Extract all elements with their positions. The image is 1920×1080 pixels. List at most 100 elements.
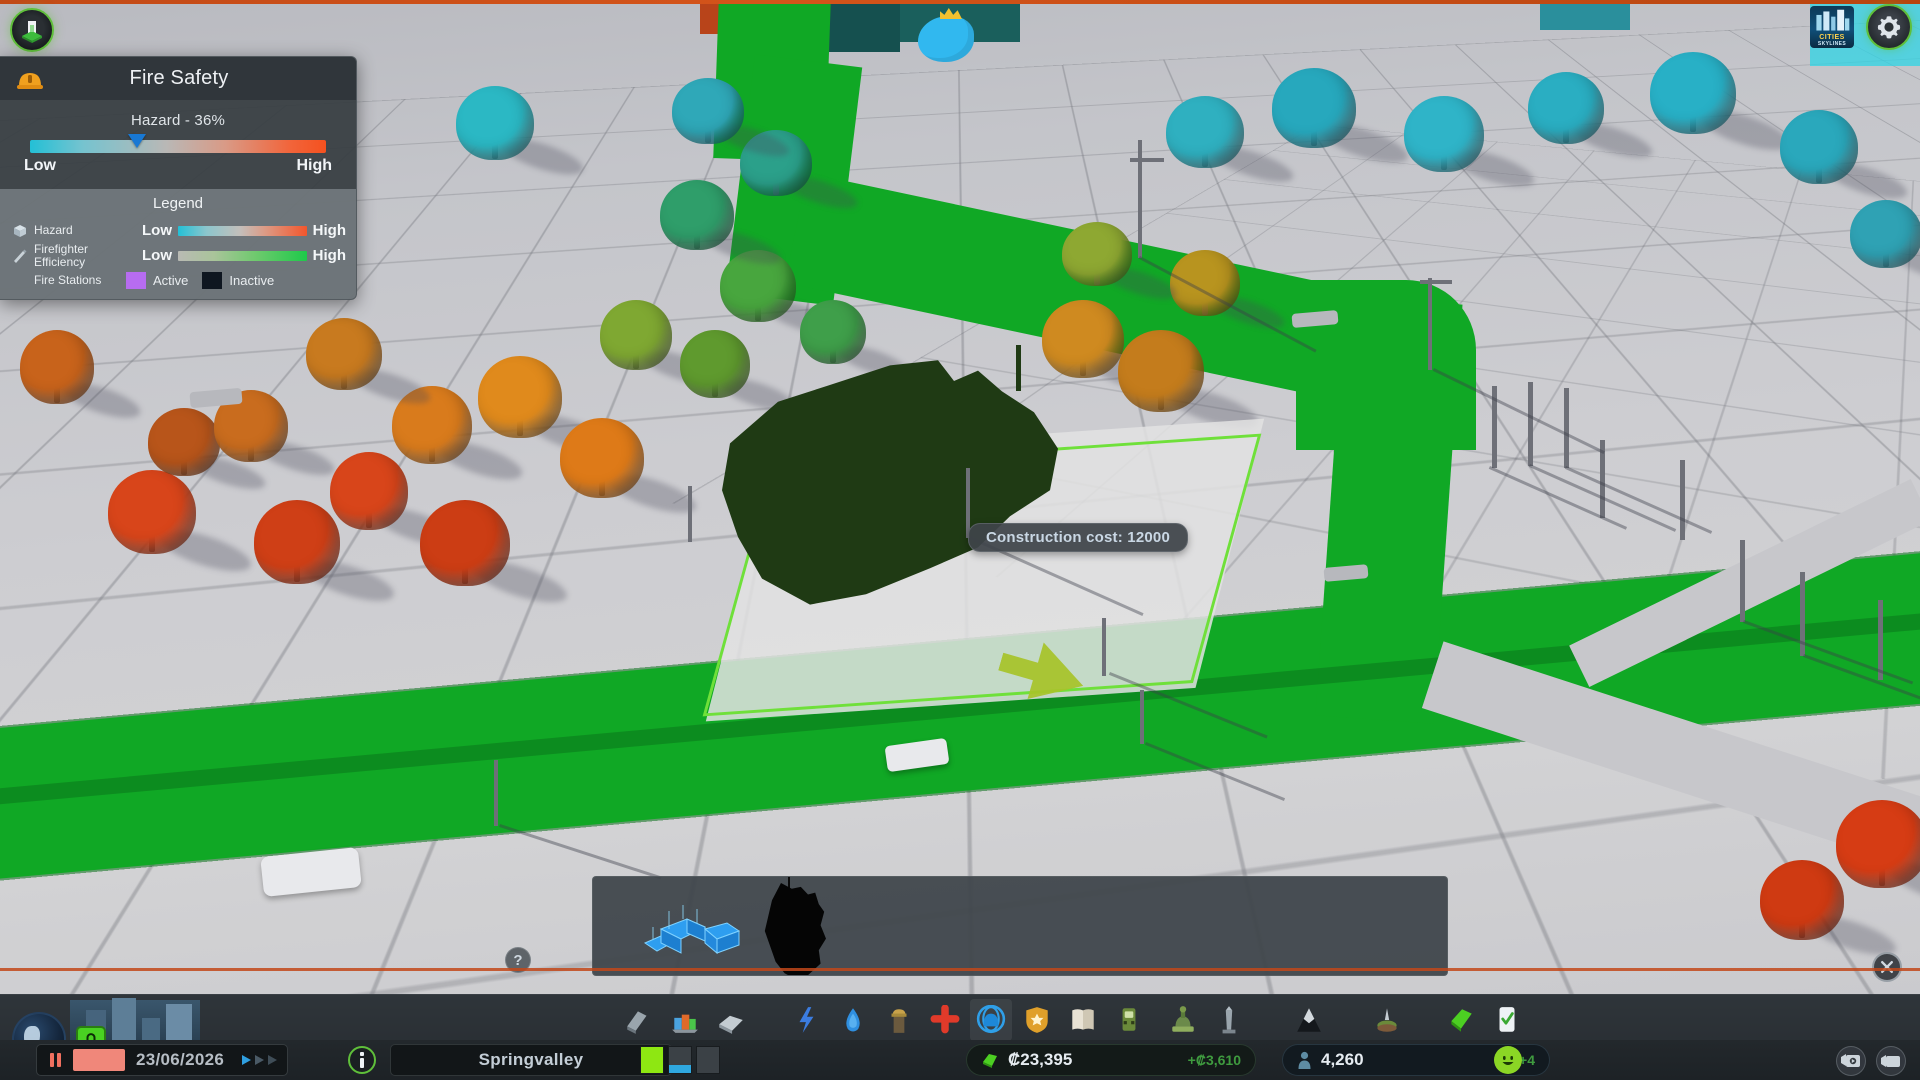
tool-transportation[interactable]	[1108, 999, 1150, 1041]
pause-icon	[49, 1053, 54, 1067]
settings-button[interactable]	[1866, 4, 1912, 50]
tree	[148, 408, 220, 476]
utility-pole	[1680, 460, 1685, 540]
game-logo: CITIES SKYLINES	[1810, 6, 1854, 48]
city-name-button[interactable]: Springvalley	[390, 1044, 672, 1076]
electricity-icon	[799, 1007, 814, 1033]
money-icon	[983, 1054, 997, 1068]
terrain-icon	[1297, 1008, 1321, 1032]
fast-forward-icon[interactable]	[266, 1053, 278, 1067]
tool-electricity[interactable]	[786, 999, 828, 1041]
tool-signature[interactable]	[1366, 999, 1408, 1041]
cinematic-camera-button[interactable]	[1876, 1046, 1906, 1076]
areas-icon	[719, 1015, 743, 1034]
tree	[1650, 52, 1736, 134]
progress-fill	[641, 1047, 663, 1073]
toolbar[interactable]	[0, 995, 1920, 1043]
infoview-title: Fire Safety	[129, 67, 229, 89]
infoview-panel-fire-safety[interactable]: Fire Safety Hazard - 36% Low High Legend	[0, 56, 357, 301]
legend-label-firefighter: Firefighter Efficiency	[34, 242, 89, 269]
utility-pole	[1528, 382, 1533, 466]
info-button[interactable]	[348, 1046, 376, 1074]
tool-police[interactable]	[1016, 999, 1058, 1041]
pause-button[interactable]	[37, 1045, 73, 1075]
active-tool-badge[interactable]	[10, 8, 54, 52]
tool-areas[interactable]	[710, 999, 752, 1041]
top-alert-edge	[0, 0, 1920, 4]
street-lamp	[1420, 280, 1452, 284]
photo-mode-button[interactable]	[1836, 1046, 1866, 1076]
bottom-alert-edge	[0, 968, 1920, 971]
tree	[330, 452, 408, 530]
video-camera-icon	[1881, 1054, 1900, 1067]
tool-bulldozer[interactable]	[618, 999, 660, 1041]
camera-buttons[interactable]	[1836, 1046, 1906, 1076]
asset-preview-strip[interactable]	[592, 876, 1448, 976]
legend-label-inactive: Inactive	[229, 273, 275, 289]
zoning-icon	[672, 1014, 698, 1033]
legend-high-firefighter: High	[312, 247, 346, 265]
info-icon	[360, 1052, 364, 1068]
progression-bars[interactable]	[640, 1046, 720, 1074]
fire-helmet-icon	[17, 72, 43, 89]
fast-forward-icon[interactable]	[253, 1053, 265, 1067]
game-screen: Construction cost: 12000 ? Fire Safety H…	[0, 0, 1920, 1080]
fire-helmet-icon	[976, 1005, 1006, 1034]
money-icon	[1451, 1009, 1472, 1032]
milestone-2[interactable]	[668, 1046, 692, 1074]
speed-buttons[interactable]	[240, 1053, 287, 1067]
legend-row-hazard: Hazard Low High	[0, 221, 356, 240]
simulation-controls[interactable]: 23/06/2026	[36, 1044, 288, 1076]
legend-gradient-firefighter	[178, 250, 307, 261]
milestone-1[interactable]	[640, 1046, 664, 1074]
hazard-slider[interactable]	[30, 134, 326, 153]
tree	[560, 418, 644, 498]
tree	[478, 356, 562, 438]
building-antenna	[1016, 345, 1021, 391]
tool-checklist[interactable]	[1486, 999, 1528, 1041]
chirper-bird-icon[interactable]	[918, 16, 974, 62]
tool-education[interactable]	[1062, 999, 1104, 1041]
tool-parks[interactable]	[1162, 999, 1204, 1041]
close-button[interactable]	[1872, 952, 1902, 982]
water-drop-icon	[846, 1008, 860, 1032]
street-lamp	[1130, 158, 1164, 162]
hazard-low-label: Low	[24, 157, 56, 174]
tool-water-sewage[interactable]	[832, 999, 874, 1041]
tree	[20, 330, 94, 404]
zoning-building-icon	[22, 21, 42, 43]
speed-indicator	[73, 1049, 125, 1071]
tree	[306, 318, 382, 390]
tool-zoning[interactable]	[664, 999, 706, 1041]
signature-icon	[1377, 1008, 1397, 1032]
status-bar: 23/06/2026 Springvalley ₡23,395 +₡3,610 …	[0, 1040, 1920, 1080]
hazard-scale-labels: Low High	[24, 157, 332, 175]
building-silhouette-icon	[764, 883, 826, 975]
legend-title: Legend	[152, 195, 204, 212]
money-delta: +₡3,610	[1187, 1052, 1241, 1068]
fast-forward-icon[interactable]	[240, 1053, 252, 1067]
legend-label-hazard: Hazard	[34, 223, 73, 238]
city-name-label: Springvalley	[478, 1050, 584, 1069]
tree	[680, 330, 750, 398]
happy-face-icon	[1502, 1056, 1514, 1065]
hazard-value-label: Hazard - 36%	[130, 112, 226, 129]
tool-fire-safety[interactable]	[970, 999, 1012, 1041]
tool-landmarks[interactable]	[1208, 999, 1250, 1041]
money-panel[interactable]: ₡23,395 +₡3,610	[966, 1044, 1256, 1076]
tree	[254, 500, 340, 584]
tool-healthcare[interactable]	[924, 999, 966, 1041]
legend-low-firefighter: Low	[142, 247, 172, 265]
photo-camera-icon	[1841, 1054, 1860, 1067]
tool-garbage[interactable]	[878, 999, 920, 1041]
population-value: 4,260	[1321, 1050, 1364, 1069]
utility-pole	[1878, 600, 1883, 680]
street-lamp	[1102, 618, 1106, 676]
tool-terrain[interactable]	[1288, 999, 1330, 1041]
happiness-indicator[interactable]	[1494, 1046, 1522, 1074]
tool-economy[interactable]	[1440, 999, 1482, 1041]
milestone-3[interactable]	[696, 1046, 720, 1074]
bulldozer-icon	[627, 1011, 647, 1034]
bottom-bar: 23/06/2026 Springvalley ₡23,395 +₡3,610 …	[0, 994, 1920, 1080]
tree	[660, 180, 734, 250]
